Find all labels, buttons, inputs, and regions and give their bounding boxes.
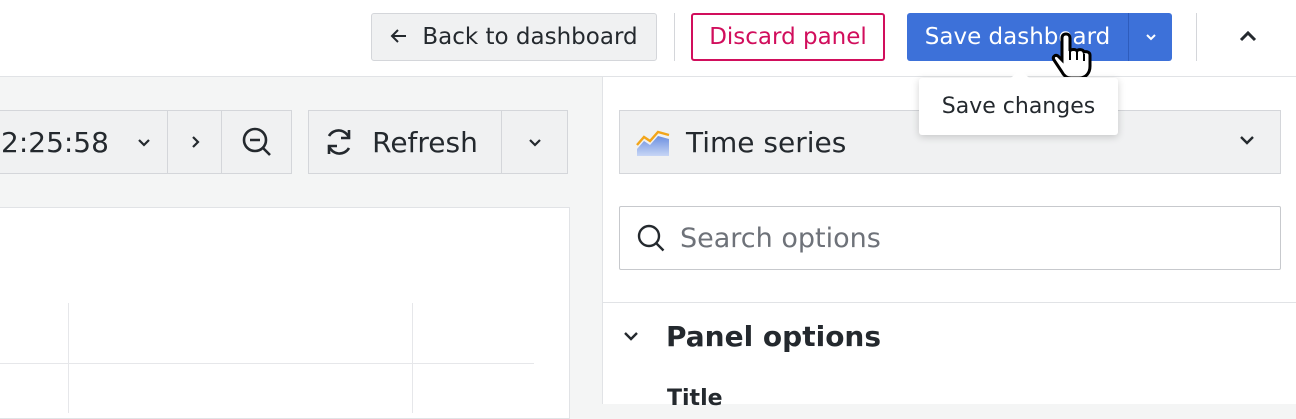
refresh-button[interactable]: Refresh [308, 110, 502, 174]
graph-gridline [412, 303, 413, 413]
visualization-name: Time series [686, 125, 847, 159]
chevron-down-icon [1145, 34, 1156, 41]
time-range-picker[interactable]: 2:25:58 [0, 110, 168, 174]
section-title: Panel options [666, 319, 882, 353]
chevron-up-icon [1239, 30, 1257, 42]
panel-options-section-toggle[interactable]: Panel options [620, 316, 881, 356]
search-options-input[interactable] [678, 221, 1242, 255]
editor-toolbar: Back to dashboard Discard panel Save das… [0, 0, 1296, 77]
section-divider [603, 302, 1296, 303]
refresh-icon [327, 129, 351, 155]
refresh-label: Refresh [372, 125, 478, 159]
zoom-out-button[interactable] [221, 110, 292, 174]
zoom-out-icon [242, 127, 271, 156]
search-icon [637, 224, 665, 252]
chevron-down-icon [528, 139, 541, 147]
chevron-down-icon [624, 332, 638, 341]
title-field-label: Title [667, 386, 723, 411]
time-series-icon [636, 130, 670, 156]
hand-pointer-cursor-icon [1051, 32, 1092, 80]
collapse-toolbar-button[interactable] [1224, 13, 1272, 61]
back-to-dashboard-label: Back to dashboard [422, 24, 638, 50]
discard-panel-button[interactable]: Discard panel [691, 13, 885, 61]
toolbar-divider [1196, 13, 1197, 61]
save-options-dropdown-button[interactable] [1128, 13, 1172, 61]
back-to-dashboard-button[interactable]: Back to dashboard [371, 13, 657, 61]
time-shift-forward-button[interactable] [167, 110, 222, 174]
panel-preview [0, 207, 570, 419]
save-dashboard-button[interactable]: Save dashboard [907, 13, 1128, 61]
toolbar-divider [674, 13, 675, 61]
graph-gridline [0, 363, 534, 364]
chevron-down-icon [1240, 136, 1254, 145]
chevron-down-icon [138, 139, 150, 147]
chevron-right-icon [191, 136, 200, 148]
time-range-text: 2:25:58 [1, 125, 109, 159]
save-changes-tooltip: Save changes [919, 69, 1118, 135]
arrow-left-icon [390, 25, 408, 49]
graph-gridline [68, 303, 69, 413]
refresh-interval-dropdown[interactable] [501, 110, 568, 174]
search-options-field[interactable] [619, 206, 1281, 270]
